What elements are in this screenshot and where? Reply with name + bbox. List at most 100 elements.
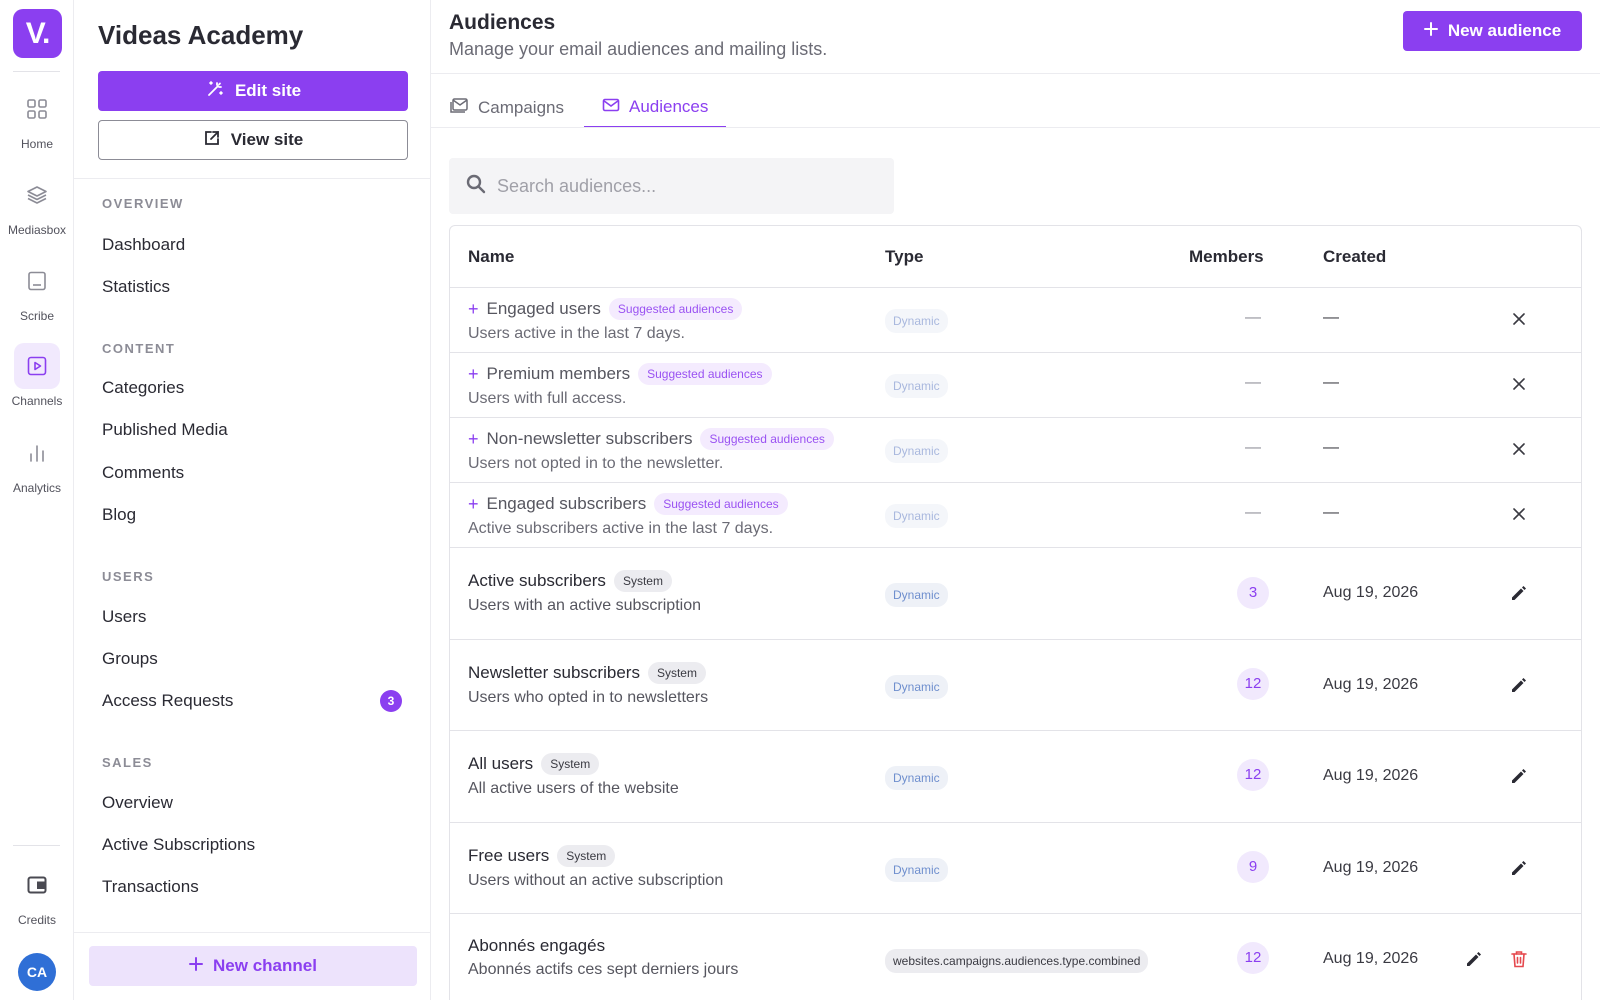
members-count-badge: 12 bbox=[1237, 942, 1269, 974]
edit-button[interactable] bbox=[1460, 945, 1488, 973]
rail-item-scribe[interactable]: Scribe bbox=[0, 258, 74, 323]
app-rail: V. Home Mediasbox Scribe Channels Analyt… bbox=[0, 0, 74, 1000]
rail-item-mediasbox[interactable]: Mediasbox bbox=[0, 172, 74, 237]
table-row[interactable]: + Engaged users Suggested audiences Users … bbox=[450, 287, 1581, 352]
audience-name: Free users bbox=[468, 846, 550, 865]
edit-button[interactable] bbox=[1505, 671, 1533, 699]
members-count-badge: 9 bbox=[1237, 851, 1269, 883]
rail-divider bbox=[13, 845, 60, 846]
name-cell: Active subscribers System Users with an a… bbox=[468, 570, 701, 615]
nav-item-blog[interactable]: Blog bbox=[102, 505, 402, 525]
plus-icon bbox=[1423, 21, 1438, 41]
nav-label: Comments bbox=[102, 463, 185, 482]
view-site-button[interactable]: View site bbox=[98, 120, 408, 160]
table-row[interactable]: Free users System Users without an active… bbox=[450, 822, 1581, 913]
audience-description: Users without an active subscription bbox=[468, 872, 724, 889]
page-subtitle: Manage your email audiences and mailing … bbox=[449, 39, 828, 59]
search-input[interactable] bbox=[497, 175, 877, 197]
edit-button[interactable] bbox=[1505, 762, 1533, 790]
name-cell: + Engaged subscribers Suggested audiences … bbox=[468, 493, 788, 538]
rail-label: Scribe bbox=[19, 309, 54, 323]
nav-item-dashboard[interactable]: Dashboard bbox=[102, 235, 402, 255]
column-header-name: Name bbox=[468, 246, 515, 266]
name-cell: + Non-newsletter subscribers Suggested aud… bbox=[468, 428, 834, 473]
view-site-label: View site bbox=[230, 130, 304, 149]
nav-item-categories[interactable]: Categories bbox=[102, 378, 402, 398]
rail-label: Analytics bbox=[12, 481, 62, 495]
nav-item-users[interactable]: Users bbox=[102, 607, 402, 627]
dismiss-button[interactable] bbox=[1505, 305, 1533, 333]
rail-item-home[interactable]: Home bbox=[0, 86, 74, 151]
suggested-badge: Suggested audiences bbox=[700, 428, 834, 450]
rail-item-credits[interactable]: Credits bbox=[0, 862, 74, 927]
nav-label: Users bbox=[102, 607, 147, 626]
dismiss-button[interactable] bbox=[1505, 370, 1533, 398]
nav-item-statistics[interactable]: Statistics bbox=[102, 277, 402, 297]
nav-item-transactions[interactable]: Transactions bbox=[102, 877, 402, 897]
close-icon bbox=[1513, 378, 1525, 390]
new-channel-label: New channel bbox=[213, 956, 317, 975]
close-icon bbox=[1513, 443, 1525, 455]
edit-site-button[interactable]: Edit site bbox=[98, 71, 408, 111]
search-icon bbox=[465, 173, 487, 200]
section-sales: SALES bbox=[102, 755, 153, 770]
sidebar-divider bbox=[74, 932, 430, 933]
table-row[interactable]: + Non-newsletter subscribers Suggested aud… bbox=[450, 417, 1581, 482]
nav-item-published-media[interactable]: Published Media bbox=[102, 420, 402, 440]
app-logo[interactable]: V. bbox=[13, 9, 62, 58]
pencil-icon bbox=[1512, 586, 1526, 600]
table-row[interactable]: Abonnés engagés Abonnés actifs ces sept … bbox=[450, 913, 1581, 1000]
search-box[interactable] bbox=[449, 158, 894, 214]
rail-label: Home bbox=[20, 137, 53, 151]
mail-icon bbox=[602, 97, 620, 118]
sidebar: Videas Academy Edit site View site OVERV… bbox=[74, 0, 431, 1000]
nav-label: Dashboard bbox=[102, 235, 186, 254]
table-row[interactable]: Active subscribers System Users with an a… bbox=[450, 547, 1581, 639]
type-badge: Dynamic bbox=[885, 583, 948, 607]
wallet-icon bbox=[14, 862, 60, 908]
new-channel-button[interactable]: New channel bbox=[89, 946, 417, 986]
new-audience-button[interactable]: New audience bbox=[1403, 11, 1582, 51]
created-date: — bbox=[1323, 374, 1339, 391]
column-header-type: Type bbox=[885, 246, 924, 266]
name-cell: + Engaged users Suggested audiences Users … bbox=[468, 298, 743, 343]
edit-site-label: Edit site bbox=[234, 81, 302, 100]
nav-item-sales-overview[interactable]: Overview bbox=[102, 793, 402, 813]
system-badge: System bbox=[647, 662, 706, 684]
nav-item-comments[interactable]: Comments bbox=[102, 463, 402, 483]
rail-item-analytics[interactable]: Analytics bbox=[0, 430, 74, 495]
type-badge: Dynamic bbox=[885, 858, 948, 882]
rail-item-channels[interactable]: Channels bbox=[0, 343, 74, 408]
edit-button[interactable] bbox=[1505, 579, 1533, 607]
created-date: Aug 19, 2026 bbox=[1323, 859, 1419, 876]
suggested-badge: Suggested audiences bbox=[638, 363, 772, 385]
access-requests-count-badge: 3 bbox=[380, 690, 402, 712]
magic-wand-icon bbox=[205, 79, 225, 104]
nav-item-access-requests[interactable]: Access Requests 3 bbox=[102, 690, 402, 712]
table-row[interactable]: All users System All active users of the … bbox=[450, 730, 1581, 822]
audiences-table: Name Type Members Created + Engaged users… bbox=[449, 225, 1582, 1000]
table-row[interactable]: + Premium members Suggested audiences User… bbox=[450, 352, 1581, 417]
rail-label: Credits bbox=[17, 913, 56, 927]
nav-label: Groups bbox=[102, 649, 158, 668]
table-row[interactable]: Newsletter subscribers System Users who o… bbox=[450, 639, 1581, 730]
dismiss-button[interactable] bbox=[1505, 500, 1533, 528]
pencil-icon bbox=[1512, 861, 1526, 875]
plus-icon: + bbox=[468, 428, 479, 449]
delete-button[interactable] bbox=[1505, 945, 1533, 973]
tab-audiences[interactable]: Audiences bbox=[584, 88, 727, 128]
nav-item-groups[interactable]: Groups bbox=[102, 649, 402, 669]
dismiss-button[interactable] bbox=[1505, 435, 1533, 463]
table-row[interactable]: + Engaged subscribers Suggested audiences … bbox=[450, 482, 1581, 547]
tab-campaigns[interactable]: Campaigns bbox=[431, 88, 582, 128]
nav-label: Active Subscriptions bbox=[102, 835, 256, 854]
rail-label: Mediasbox bbox=[7, 223, 67, 237]
edit-button[interactable] bbox=[1505, 854, 1533, 882]
avatar[interactable]: CA bbox=[18, 953, 56, 991]
suggested-badge: Suggested audiences bbox=[608, 298, 743, 320]
created-date: Aug 19, 2026 bbox=[1323, 767, 1419, 784]
nav-item-active-subscriptions[interactable]: Active Subscriptions bbox=[102, 835, 402, 855]
type-badge: Dynamic bbox=[885, 675, 948, 699]
members-count-badge: 12 bbox=[1237, 759, 1269, 791]
name-cell: Free users System Users without an active… bbox=[468, 845, 723, 890]
